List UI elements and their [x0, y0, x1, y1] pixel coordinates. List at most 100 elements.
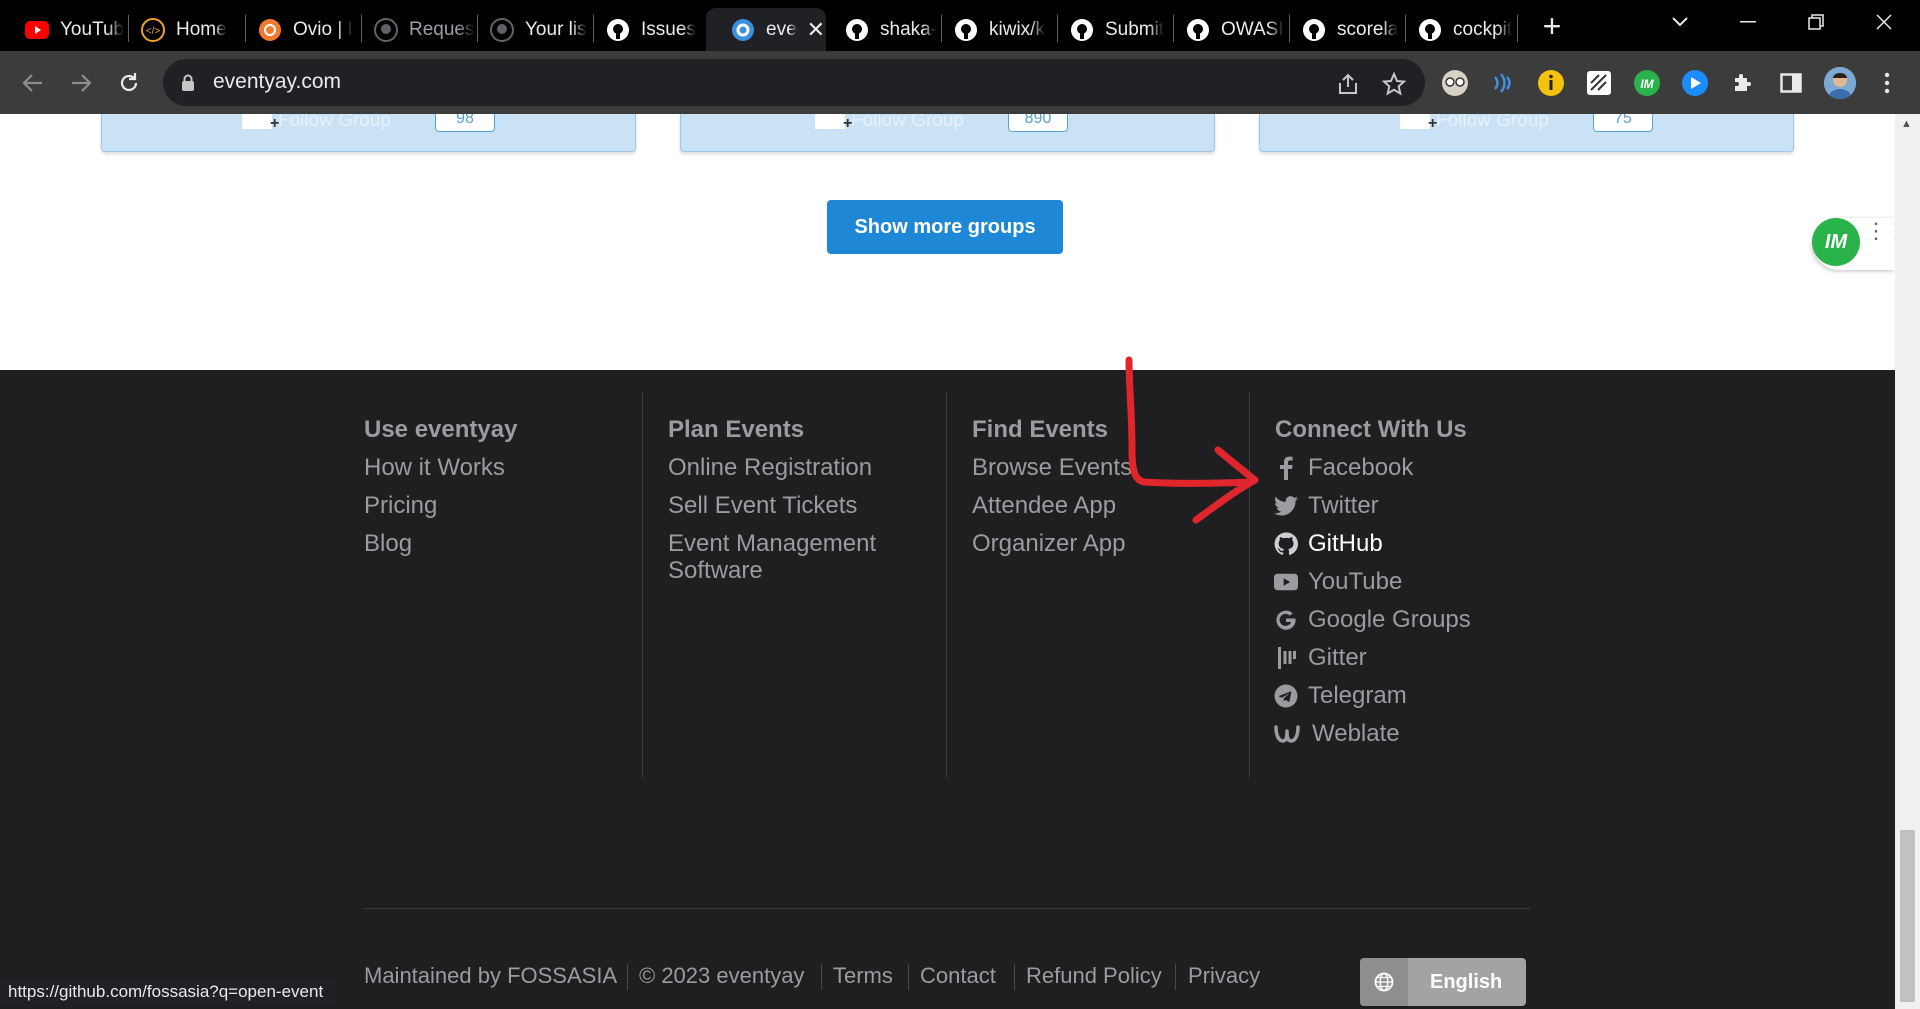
tab-eventyay-active[interactable]: eve ✕ [706, 8, 826, 51]
github-icon [1274, 532, 1298, 556]
forward-button[interactable] [61, 63, 101, 103]
twitter-icon [1274, 494, 1298, 518]
tab-kiwix[interactable]: kiwix/k [929, 8, 1057, 51]
show-more-groups-button[interactable]: Show more groups [827, 200, 1063, 254]
extension-glasses-icon[interactable] [1440, 68, 1470, 98]
github-icon [1417, 17, 1443, 43]
url-text[interactable]: eventyay.com [213, 70, 341, 94]
browser-tab-strip: YouTub </> Home Ovio | I Reques Your lis… [0, 0, 1920, 51]
tab-ovio[interactable]: Ovio | I [233, 8, 361, 51]
tab-owasp[interactable]: OWASI [1161, 8, 1289, 51]
follow-label: Follow Group [278, 114, 391, 131]
telegram-icon [1274, 684, 1298, 708]
footer-link-online-registration[interactable]: Online Registration [668, 454, 872, 481]
close-icon [1876, 14, 1892, 30]
footer-link-organizer-app[interactable]: Organizer App [972, 530, 1125, 557]
social-link-gitter[interactable]: Gitter [1274, 644, 1367, 672]
social-label: Weblate [1312, 720, 1400, 747]
lock-icon[interactable] [181, 74, 195, 97]
scrollbar-thumb[interactable] [1900, 830, 1915, 1002]
social-link-google-groups[interactable]: Google Groups [1274, 606, 1471, 634]
bookmark-star-icon[interactable] [1380, 70, 1408, 98]
group-card: Follow Group 75 [1259, 114, 1794, 152]
follow-group-button[interactable]: Follow Group [1400, 114, 1549, 133]
group-card: Follow Group 98 [101, 114, 636, 152]
social-link-github[interactable]: GitHub [1274, 530, 1383, 558]
tab-search-button[interactable] [1650, 0, 1710, 44]
globe-icon [1360, 958, 1408, 1006]
social-link-facebook[interactable]: Facebook [1274, 454, 1413, 482]
side-panel-icon[interactable] [1776, 68, 1806, 98]
extension-play-icon[interactable] [1680, 68, 1710, 98]
extensions-puzzle-icon[interactable] [1728, 68, 1758, 98]
footer-link-privacy[interactable]: Privacy [1188, 963, 1260, 989]
social-label: Twitter [1308, 492, 1379, 519]
social-link-telegram[interactable]: Telegram [1274, 682, 1407, 710]
tab-title: Issues [641, 18, 696, 40]
browser-menu-icon[interactable] [1872, 68, 1902, 98]
link-status-bar: https://github.com/fossasia?q=open-event [0, 978, 334, 1006]
tab-title: Your lis [525, 18, 587, 40]
share-icon[interactable] [1334, 70, 1362, 98]
language-selector-button[interactable]: English [1360, 958, 1526, 1006]
tab-title: YouTub [60, 18, 125, 40]
tab-cockpit[interactable]: cockpit [1393, 8, 1521, 51]
footer-link-blog[interactable]: Blog [364, 530, 412, 557]
im-widget-logo[interactable]: IM [1812, 218, 1860, 266]
footer-link-pricing[interactable]: Pricing [364, 492, 437, 519]
follower-count-badge: 98 [435, 114, 495, 132]
svg-text:</>: </> [146, 26, 161, 37]
footer-divider [946, 392, 947, 777]
footer-link-browse-events[interactable]: Browse Events [972, 454, 1132, 481]
tab-youtube[interactable]: YouTub [0, 8, 128, 51]
close-window-button[interactable] [1854, 0, 1914, 44]
tab-issues[interactable]: Issues [581, 8, 709, 51]
profile-avatar[interactable] [1824, 67, 1856, 99]
tab-title: scorela [1337, 18, 1399, 40]
footer-link-how-it-works[interactable]: How it Works [364, 454, 505, 481]
footer-link-event-management-software[interactable]: Software [668, 557, 763, 584]
ovio-icon [257, 17, 283, 43]
follow-group-button[interactable]: Follow Group [815, 114, 964, 133]
address-bar[interactable] [163, 59, 1425, 106]
back-button[interactable] [13, 63, 53, 103]
extension-tasks-icon[interactable] [1584, 68, 1614, 98]
restore-button[interactable] [1786, 0, 1846, 44]
footer-link-sell-event-tickets[interactable]: Sell Event Tickets [668, 492, 857, 519]
footer-link-refund-policy[interactable]: Refund Policy [1026, 963, 1162, 989]
social-link-weblate[interactable]: Weblate [1274, 720, 1400, 748]
footer-heading-connect: Connect With Us [1275, 416, 1467, 443]
gitter-icon [1274, 646, 1298, 670]
tab-submit[interactable]: Submit [1045, 8, 1173, 51]
follow-icon [1400, 114, 1437, 133]
scroll-up-arrow-icon[interactable]: ▲ [1901, 118, 1912, 130]
github-icon [1185, 17, 1211, 43]
extension-wave-icon[interactable] [1488, 68, 1518, 98]
reload-button[interactable] [109, 63, 149, 103]
follow-group-button[interactable]: Follow Group [242, 114, 391, 133]
annotation-arrow-icon [1125, 356, 1259, 524]
extension-im-icon[interactable]: IM [1632, 68, 1662, 98]
facebook-icon [1274, 456, 1298, 480]
weblate-icon [1274, 722, 1300, 746]
svg-text:IM: IM [1640, 77, 1654, 91]
drag-handle-icon[interactable]: ⋮⋮ [1865, 220, 1895, 242]
tab-home[interactable]: </> Home [116, 8, 244, 51]
minimize-button[interactable] [1718, 0, 1778, 44]
footer-link-terms[interactable]: Terms [833, 963, 893, 989]
arrow-left-icon [22, 74, 42, 92]
social-link-youtube[interactable]: YouTube [1274, 568, 1402, 596]
tab-your-list[interactable]: Your lis [465, 8, 593, 51]
tab-scorelab[interactable]: scorela [1277, 8, 1405, 51]
footer-link-attendee-app[interactable]: Attendee App [972, 492, 1116, 519]
tab-requests[interactable]: Reques [349, 8, 477, 51]
github-icon [605, 17, 631, 43]
footer-maintained-by[interactable]: Maintained by FOSSASIA [364, 963, 617, 989]
footer-link-contact[interactable]: Contact [920, 963, 996, 989]
new-tab-button[interactable]: + [1534, 8, 1570, 44]
reload-icon [120, 73, 138, 92]
extension-info-icon[interactable] [1536, 68, 1566, 98]
footer-link-event-management[interactable]: Event Management [668, 530, 876, 557]
footer-copyright: © 2023 eventyay [639, 963, 805, 988]
social-link-twitter[interactable]: Twitter [1274, 492, 1379, 520]
